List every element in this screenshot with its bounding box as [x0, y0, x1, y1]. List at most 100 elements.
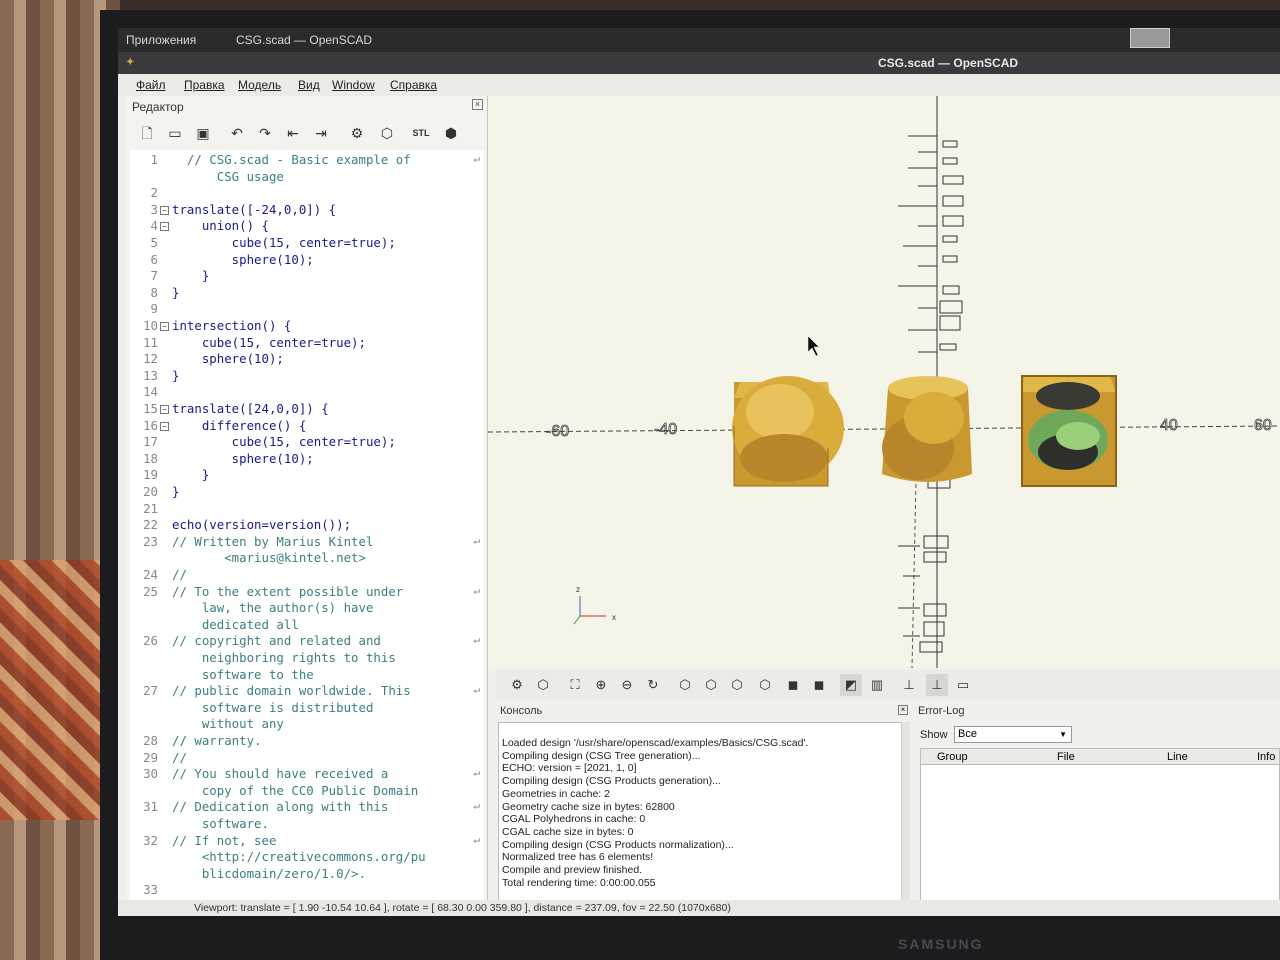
column-info[interactable]: Info [1257, 751, 1275, 763]
fold-icon[interactable]: − [160, 421, 169, 431]
column-line[interactable]: Line [1167, 751, 1188, 763]
code-line[interactable]: without any [130, 716, 484, 733]
menu-file[interactable]: Файл [136, 78, 166, 92]
code-line[interactable]: software. [130, 816, 484, 833]
code-line[interactable]: blicdomain/zero/1.0/>. [130, 866, 484, 883]
code-line[interactable]: CSG usage [130, 169, 484, 186]
code-line[interactable]: 5 cube(15, center=true); [130, 235, 484, 252]
code-text: // Dedication along with this [172, 799, 389, 815]
view-top-icon[interactable]: ⬡ [700, 674, 722, 696]
view-all-icon[interactable]: ⛶ [564, 674, 586, 696]
redo-icon[interactable]: ↷ [254, 122, 276, 144]
console-scrollbar[interactable] [901, 722, 910, 908]
code-line[interactable]: 29 // [130, 750, 484, 767]
menu-edit[interactable]: Правка [184, 78, 225, 92]
fold-icon[interactable]: − [160, 322, 169, 331]
code-line[interactable]: 1 // CSG.scad - Basic example of ↵ [130, 152, 484, 169]
close-icon[interactable]: × [472, 99, 483, 110]
code-line[interactable]: software is distributed [130, 700, 484, 717]
code-line[interactable]: 22 echo(version=version()); [130, 517, 484, 534]
zoom-in-icon[interactable]: ⊕ [590, 674, 612, 696]
show-filter-select[interactable]: Все ▼ [954, 726, 1072, 743]
code-line[interactable]: 10− intersection() { [130, 318, 484, 335]
code-line[interactable]: 24 // [130, 567, 484, 584]
code-line[interactable]: 2 [130, 185, 484, 202]
code-line[interactable]: 7 } [130, 268, 484, 285]
wrap-icon: ↵ [473, 799, 480, 813]
view-back-icon[interactable]: ◼ [808, 674, 830, 696]
code-line[interactable]: 28 // warranty. [130, 733, 484, 750]
3d-viewport[interactable]: -60 -40 40 60 z x [488, 96, 1280, 668]
column-file[interactable]: File [1057, 751, 1075, 763]
code-line[interactable]: 32 // If not, see ↵ [130, 833, 484, 850]
viewport-canvas[interactable]: -60 -40 40 60 z x [488, 96, 1280, 668]
fold-icon[interactable]: − [160, 205, 169, 215]
code-line[interactable]: 14 [130, 384, 484, 401]
save-icon[interactable]: ▣ [192, 122, 214, 144]
code-line[interactable]: 21 [130, 501, 484, 518]
reset-view-icon[interactable]: ↻ [642, 674, 664, 696]
menu-help[interactable]: Справка [390, 78, 437, 92]
code-line[interactable]: 17 cube(15, center=true); [130, 434, 484, 451]
code-line[interactable]: copy of the CC0 Public Domain [130, 783, 484, 800]
close-icon[interactable]: × [898, 705, 908, 715]
code-line[interactable]: 33 [130, 882, 484, 899]
perspective-icon[interactable]: ◩ [840, 674, 862, 696]
code-line[interactable]: 23 // Written by Marius Kintel ↵ [130, 534, 484, 551]
code-line[interactable]: software to the [130, 667, 484, 684]
code-line[interactable]: 4− union() { [130, 218, 484, 235]
tray-icon[interactable] [1130, 28, 1170, 48]
code-line[interactable]: 20} [130, 484, 484, 501]
render-icon[interactable]: ⬡ [532, 674, 554, 696]
indent-icon[interactable]: ⇥ [310, 122, 332, 144]
taskbar-window-button[interactable]: CSG.scad — OpenSCAD [236, 33, 372, 47]
code-line[interactable]: neighboring rights to this [130, 650, 484, 667]
menu-window[interactable]: Window [332, 78, 375, 92]
show-edges-icon[interactable]: ▭ [952, 674, 974, 696]
orthogonal-icon[interactable]: ▥ [866, 674, 888, 696]
code-line[interactable]: 27 // public domain worldwide. This ↵ [130, 683, 484, 700]
code-line[interactable]: 15− translate([24,0,0]) { [130, 401, 484, 418]
code-line[interactable]: 19 } [130, 467, 484, 484]
render-icon[interactable]: ⬡ [376, 122, 398, 144]
zoom-out-icon[interactable]: ⊖ [616, 674, 638, 696]
show-scale-icon[interactable]: ⊥ [926, 674, 948, 696]
view-left-icon[interactable]: ⬡ [754, 674, 776, 696]
view-right-icon[interactable]: ⬡ [674, 674, 696, 696]
code-line[interactable]: law, the author(s) have [130, 600, 484, 617]
code-line[interactable]: 6 sphere(10); [130, 252, 484, 269]
code-line[interactable]: 18 sphere(10); [130, 451, 484, 468]
code-line[interactable]: 16− difference() { [130, 418, 484, 435]
send-to-print-icon[interactable]: ⬢ [440, 122, 462, 144]
fold-icon[interactable]: − [160, 222, 169, 232]
open-file-icon[interactable]: ▭ [164, 122, 186, 144]
code-line[interactable]: 31 // Dedication along with this ↵ [130, 799, 484, 816]
menu-design[interactable]: Модель [238, 78, 281, 92]
code-line[interactable]: 25 // To the extent possible under ↵ [130, 584, 484, 601]
fold-icon[interactable]: − [160, 405, 169, 414]
code-line[interactable]: 12 sphere(10); [130, 351, 484, 368]
code-line[interactable]: dedicated all [130, 617, 484, 634]
code-editor[interactable]: 1 // CSG.scad - Basic example of ↵ CSG us… [130, 150, 484, 902]
unindent-icon[interactable]: ⇤ [282, 122, 304, 144]
code-line[interactable]: 8} [130, 285, 484, 302]
view-bottom-icon[interactable]: ⬡ [726, 674, 748, 696]
view-front-icon[interactable]: ◼ [782, 674, 804, 696]
preview-icon[interactable]: ⚙ [346, 122, 368, 144]
export-stl-icon[interactable]: STL [410, 122, 432, 144]
code-line[interactable]: 9 [130, 301, 484, 318]
code-line[interactable]: <http://creativecommons.org/pu [130, 849, 484, 866]
code-line[interactable]: <marius@kintel.net> [130, 550, 484, 567]
code-line[interactable]: 11 cube(15, center=true); [130, 335, 484, 352]
new-file-icon[interactable]: 🗋 [136, 122, 158, 144]
preview-icon[interactable]: ⚙ [506, 674, 528, 696]
code-line[interactable]: 3− translate([-24,0,0]) { [130, 202, 484, 219]
code-line[interactable]: 30 // You should have received a ↵ [130, 766, 484, 783]
code-line[interactable]: 26 // copyright and related and ↵ [130, 633, 484, 650]
code-line[interactable]: 13} [130, 368, 484, 385]
undo-icon[interactable]: ↶ [226, 122, 248, 144]
apps-menu[interactable]: Приложения [126, 33, 196, 47]
column-group[interactable]: Group [937, 751, 968, 763]
menu-view[interactable]: Вид [298, 78, 320, 92]
show-axes-icon[interactable]: ⊥ [898, 674, 920, 696]
